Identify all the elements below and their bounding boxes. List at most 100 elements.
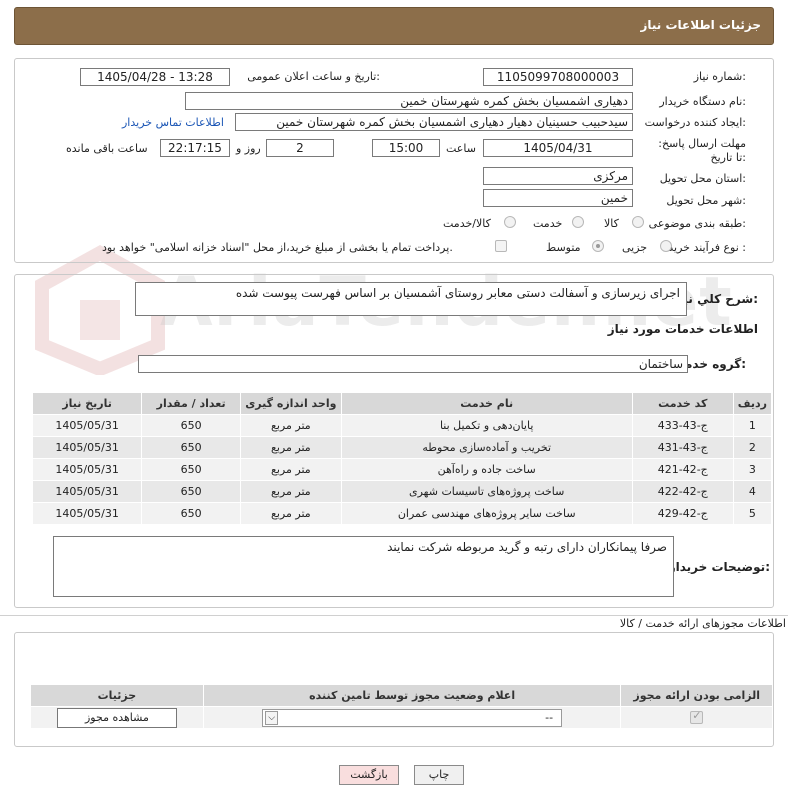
col-row: ردیف	[732, 392, 773, 415]
page-header: جزئیات اطلاعات نیاز	[14, 7, 774, 45]
table-row[interactable]: ✓ -- ⌵ مشاهده مجوز	[30, 706, 773, 729]
cell-date: 1405/05/31	[31, 480, 143, 503]
col-name: نام خدمت	[340, 392, 633, 415]
cell-row: 5	[732, 502, 773, 525]
category-option-goods: کالا	[604, 217, 619, 230]
deadline-date-field[interactable]: 1405/04/31	[483, 139, 633, 157]
creator-label: ایجاد کننده درخواست:	[644, 116, 746, 129]
category-option-service: خدمت	[533, 217, 563, 230]
table-row[interactable]: 1 ج-43-433 پایان‌دهی و تکمیل بنا متر مرب…	[31, 414, 773, 437]
permits-table: الزامی بودن ارائه مجوز اعلام وضعیت مجوز …	[30, 684, 773, 729]
cell-code: ج-42-429	[631, 502, 734, 525]
deadline-label: مهلت ارسال پاسخ: تا تاریخ:	[658, 137, 746, 164]
col-unit: واحد اندازه گیری	[239, 392, 342, 415]
cell-unit: متر مربع	[239, 458, 342, 481]
category-radio-service[interactable]	[572, 216, 584, 228]
col-code: کد خدمت	[631, 392, 734, 415]
cell-unit: متر مربع	[239, 480, 342, 503]
cell-name: تخریب و آماده‌سازی محوطه	[340, 436, 633, 459]
province-label: استان محل تحویل:	[659, 172, 746, 185]
services-table-header: ردیف کد خدمت نام خدمت واحد اندازه گیری ت…	[31, 392, 773, 415]
description-field[interactable]: اجرای زیرسازی و آسفالت دستی معابر روستای…	[135, 282, 687, 316]
checkmark-icon: ✓	[692, 709, 702, 723]
process-label: نوع فرآیند خرید :	[668, 241, 746, 254]
cell-code: ج-42-422	[631, 480, 734, 503]
announce-field[interactable]: 1405/04/28 - 13:28	[80, 68, 230, 86]
cell-code: ج-42-421	[631, 458, 734, 481]
buyer-org-field[interactable]: دهیاری اشمسیان بخش کمره شهرستان خمین	[185, 92, 633, 110]
treasury-checkbox[interactable]	[495, 240, 507, 252]
services-table: ردیف کد خدمت نام خدمت واحد اندازه گیری ت…	[31, 392, 773, 525]
cell-qty: 650	[141, 502, 241, 525]
category-radio-goods[interactable]	[632, 216, 644, 228]
buyer-org-label: نام دستگاه خریدار:	[659, 95, 746, 108]
contact-info-link[interactable]: اطلاعات تماس خریدار	[122, 116, 224, 129]
need-number-field[interactable]: 1105099708000003	[483, 68, 633, 86]
cell-unit: متر مربع	[239, 414, 342, 437]
cell-name: ساخت پروژه‌های تاسیسات شهری	[340, 480, 633, 503]
process-radio-minor[interactable]	[660, 240, 672, 252]
cell-name: پایان‌دهی و تکمیل بنا	[340, 414, 633, 437]
cell-code: ج-43-431	[631, 436, 734, 459]
permits-table-header: الزامی بودن ارائه مجوز اعلام وضعیت مجوز …	[30, 684, 773, 707]
cell-unit: متر مربع	[239, 436, 342, 459]
days-field[interactable]: 2	[266, 139, 334, 157]
required-checkbox[interactable]: ✓	[690, 709, 704, 725]
permits-table-wrap: الزامی بودن ارائه مجوز اعلام وضعیت مجوز …	[30, 684, 773, 729]
cell-qty: 650	[141, 480, 241, 503]
category-radio-both[interactable]	[504, 216, 516, 228]
cell-date: 1405/05/31	[31, 414, 143, 437]
category-option-both: کالا/خدمت	[443, 217, 491, 230]
need-number-label: شماره نیاز:	[693, 70, 746, 83]
buyer-notes-label: توضیحات خریدار:	[668, 560, 770, 574]
city-label: شهر محل تحویل:	[666, 194, 746, 207]
permits-section-title: اطلاعات مجوزهای ارائه خدمت / کالا	[619, 617, 786, 630]
cell-date: 1405/05/31	[31, 458, 143, 481]
province-field[interactable]: مرکزی	[483, 167, 633, 185]
cell-unit: متر مربع	[239, 502, 342, 525]
creator-field[interactable]: سیدحبیب حسینیان دهیار دهیاری اشمسیان بخش…	[235, 113, 633, 131]
buyer-notes-field[interactable]: صرفا پیمانکاران دارای رتبه و گرید مربوطه…	[53, 536, 674, 597]
time-label: ساعت	[446, 142, 476, 155]
payment-note: پرداخت تمام یا بخشی از مبلغ خرید،از محل …	[102, 241, 453, 254]
cell-date: 1405/05/31	[31, 502, 143, 525]
cell-qty: 650	[141, 458, 241, 481]
deadline-time-field[interactable]: 15:00	[372, 139, 440, 157]
cell-row: 1	[732, 414, 773, 437]
table-row[interactable]: 2 ج-43-431 تخریب و آماده‌سازی محوطه متر …	[31, 436, 773, 459]
cell-qty: 650	[141, 414, 241, 437]
cell-row: 2	[732, 436, 773, 459]
page-title: جزئیات اطلاعات نیاز	[640, 18, 761, 32]
back-button[interactable]: بازگشت	[339, 765, 399, 785]
service-group-field[interactable]: ساختمان	[138, 355, 688, 373]
category-label: طبقه بندی موضوعی:	[648, 217, 746, 230]
cell-details: مشاهده مجوز	[30, 706, 204, 729]
remaining-label: ساعت باقی مانده	[66, 142, 148, 155]
remaining-time-field[interactable]: 22:17:15	[160, 139, 230, 157]
days-label: روز و	[236, 142, 261, 155]
chevron-down-icon: ⌵	[265, 710, 279, 725]
cell-date: 1405/05/31	[31, 436, 143, 459]
cell-status: -- ⌵	[202, 706, 622, 729]
services-table-wrap: ردیف کد خدمت نام خدمت واحد اندازه گیری ت…	[31, 392, 773, 525]
process-option-minor: جزیی	[622, 241, 648, 254]
status-select-value: --	[545, 710, 554, 724]
cell-required: ✓	[620, 706, 773, 729]
status-select[interactable]: -- ⌵	[262, 708, 563, 727]
view-permit-button[interactable]: مشاهده مجوز	[56, 707, 177, 728]
table-row[interactable]: 3 ج-42-421 ساخت جاده و راه‌آهن متر مربع …	[31, 458, 773, 481]
print-button[interactable]: چاپ	[414, 765, 464, 785]
cell-qty: 650	[141, 436, 241, 459]
table-row[interactable]: 5 ج-42-429 ساخت سایر پروژه‌های مهندسی عم…	[31, 502, 773, 525]
cell-name: ساخت سایر پروژه‌های مهندسی عمران	[340, 502, 633, 525]
col-required: الزامی بودن ارائه مجوز	[620, 684, 773, 707]
cell-name: ساخت جاده و راه‌آهن	[340, 458, 633, 481]
announce-label: تاریخ و ساعت اعلان عمومی:	[247, 70, 380, 83]
process-radio-medium[interactable]	[592, 240, 604, 252]
table-row[interactable]: 4 ج-42-422 ساخت پروژه‌های تاسیسات شهری م…	[31, 480, 773, 503]
col-date: تاریخ نیاز	[31, 392, 143, 415]
col-qty: تعداد / مقدار	[141, 392, 241, 415]
cell-code: ج-43-433	[631, 414, 734, 437]
services-section-title: اطلاعات خدمات مورد نیاز	[607, 322, 758, 336]
city-field[interactable]: خمین	[483, 189, 633, 207]
